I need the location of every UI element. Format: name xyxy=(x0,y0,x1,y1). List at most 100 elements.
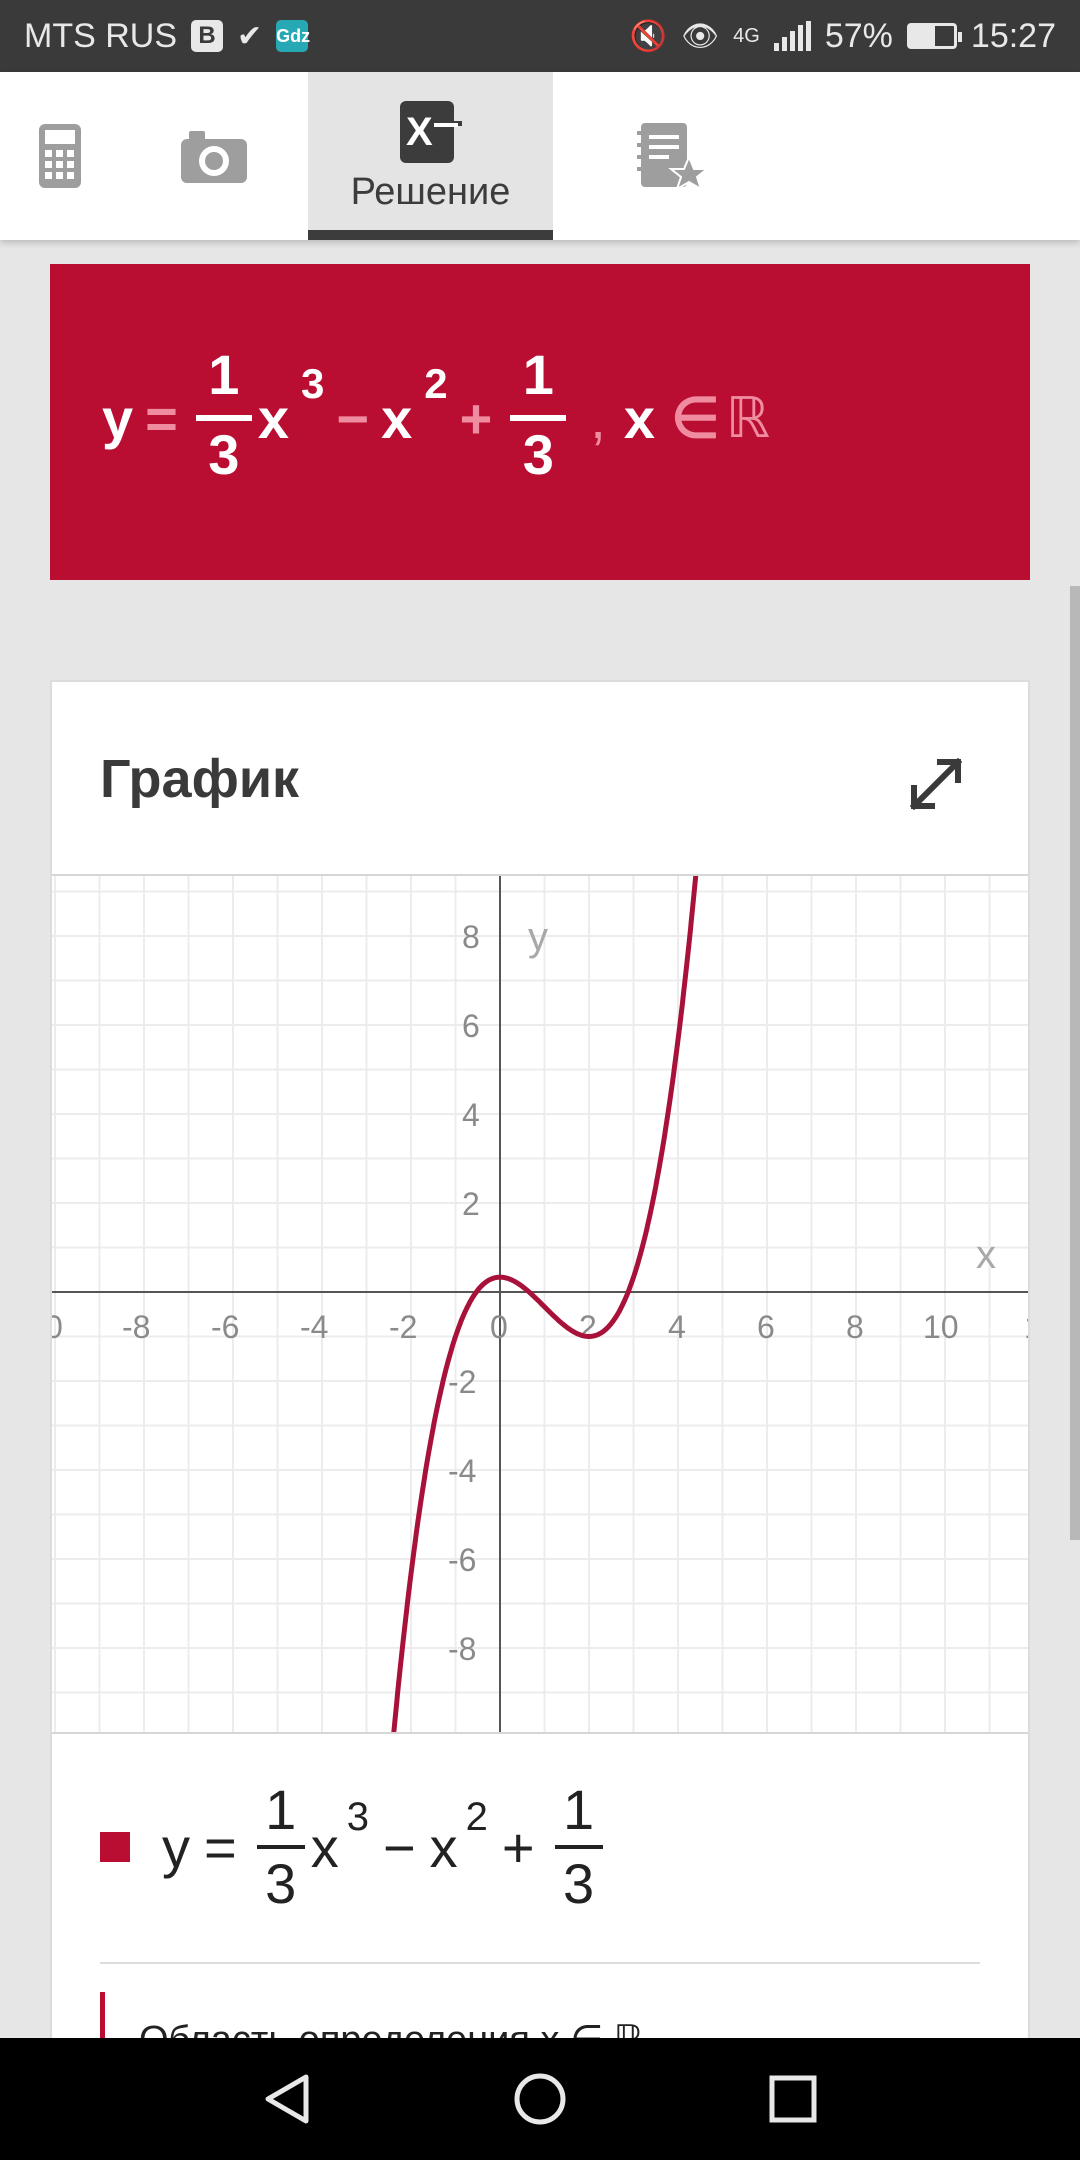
graph-legend: y = 1 3 x 3 − x 2 + 1 3 xyxy=(100,1772,609,1922)
tab-notebook[interactable] xyxy=(553,72,793,240)
recents-icon xyxy=(769,2075,817,2123)
tab-solution-label: Решение xyxy=(350,170,511,213)
scrollbar[interactable] xyxy=(1070,586,1080,1540)
mute-icon: 🔇 xyxy=(629,19,668,53)
legend-minus: − xyxy=(382,1815,416,1879)
x-tick-label: 4 xyxy=(668,1309,686,1345)
formula-x-domain: x xyxy=(623,386,656,450)
recents-button[interactable] xyxy=(758,2064,828,2134)
status-bar-right: 🔇 👁 4G 57% 15:27 xyxy=(630,17,1056,56)
x-tick-label: 0 xyxy=(52,1309,63,1345)
formula-comma: , xyxy=(590,386,606,450)
y-tick-label: 6 xyxy=(462,1008,480,1044)
legend-plus: + xyxy=(501,1815,535,1879)
calculator-icon xyxy=(39,124,81,188)
legend-x-cubed-base: x xyxy=(310,1815,339,1879)
fraction-bar xyxy=(554,1845,603,1849)
formula-exponent-2: 2 xyxy=(424,360,448,407)
x-tick-label: 8 xyxy=(846,1309,864,1345)
formula-element-of: ∈ xyxy=(671,386,720,449)
graph-card: График 0 -8 -6 -4 -2 0 2 4 6 8 10 1 8 6 4 2 -2 -4 -6 -8 x y y… xyxy=(50,680,1030,2061)
x-tick-label: -6 xyxy=(211,1309,239,1345)
clock: 15:27 xyxy=(970,16,1056,55)
graph-title: График xyxy=(100,749,300,809)
formula-fraction-1: 1 3 xyxy=(195,343,252,491)
x-tick-label: 0 xyxy=(490,1309,508,1345)
y-tick-label: -2 xyxy=(448,1364,476,1400)
battery-percent: 57% xyxy=(824,16,893,55)
fraction-denominator: 3 xyxy=(522,423,554,486)
fraction-bar xyxy=(256,1845,305,1849)
x-tick-label: 6 xyxy=(757,1309,775,1345)
y-tick-label: 4 xyxy=(462,1097,480,1133)
function-graph: 0 -8 -6 -4 -2 0 2 4 6 8 10 1 8 6 4 2 -2 -4 -6 -8 x y xyxy=(52,876,1028,1732)
tab-camera[interactable] xyxy=(120,72,308,240)
y-axis-label: y xyxy=(528,915,548,959)
navigation-bar xyxy=(0,2038,1080,2160)
legend-exponent-2: 2 xyxy=(465,1794,488,1839)
back-icon xyxy=(265,2074,309,2124)
formula-real-set: ℝ xyxy=(725,386,771,449)
y-tick-label: -4 xyxy=(448,1453,476,1489)
fraction-numerator: 1 xyxy=(208,343,240,406)
network-type: 4G xyxy=(733,24,760,47)
legend-divider xyxy=(100,1962,980,1964)
x-tick-label: 2 xyxy=(579,1309,597,1345)
legend-fraction-1: 1 3 xyxy=(256,1778,305,1915)
y-tick-label: -6 xyxy=(448,1542,476,1578)
home-button[interactable] xyxy=(505,2064,575,2134)
fraction-denominator: 3 xyxy=(265,1852,297,1915)
check-notification-icon: ✔ xyxy=(237,19,263,53)
battery-icon xyxy=(906,23,962,49)
tab-calculator[interactable] xyxy=(0,72,120,240)
formula-x-squared-base: x xyxy=(381,386,413,450)
camera-icon xyxy=(181,131,247,183)
fraction-numerator: 1 xyxy=(563,1778,595,1841)
x-tick-label: 10 xyxy=(923,1309,959,1345)
home-icon xyxy=(514,2073,566,2125)
notebook-star-icon xyxy=(637,123,709,191)
x-axis-label: x xyxy=(976,1233,996,1277)
x-tick-label: -2 xyxy=(389,1309,417,1345)
formula-equals: = xyxy=(145,386,178,450)
legend-y: y xyxy=(162,1815,190,1879)
expand-icon[interactable] xyxy=(904,752,968,816)
y-tick-label: -8 xyxy=(448,1631,476,1667)
status-bar-left: MTS RUS В ✔ Gdz xyxy=(24,16,310,56)
solution-icon: X xyxy=(399,100,462,163)
x-tick-label: 1 xyxy=(1024,1309,1028,1345)
formula-minus: − xyxy=(336,386,370,450)
fraction-denominator: 3 xyxy=(563,1852,595,1915)
fraction-bar xyxy=(510,415,567,421)
legend-equals: = xyxy=(204,1815,237,1879)
legend-fraction-2: 1 3 xyxy=(554,1778,603,1915)
status-bar: MTS RUS В ✔ Gdz 🔇 👁 4G 57% 15:27 xyxy=(0,0,1080,72)
svg-text:X: X xyxy=(406,110,433,154)
y-tick-label: 8 xyxy=(462,919,480,955)
y-tick-label: 2 xyxy=(462,1186,480,1222)
legend-swatch xyxy=(100,1832,130,1862)
tab-solution[interactable]: X Решение xyxy=(308,72,553,240)
eye-icon: 👁 xyxy=(681,19,720,53)
formula-exponent-3: 3 xyxy=(301,360,325,407)
graph-plot-area[interactable]: 0 -8 -6 -4 -2 0 2 4 6 8 10 1 8 6 4 2 -2 -4 -6 -8 x y xyxy=(52,874,1028,1734)
signal-icon xyxy=(773,21,811,51)
carrier-name: MTS RUS xyxy=(24,16,177,55)
formula-plus: + xyxy=(459,386,493,450)
formula-expression: y = 1 3 x 3 − x 2 + 1 3 , x ∈ ℝ xyxy=(102,318,770,518)
back-button[interactable] xyxy=(252,2064,322,2134)
tab-bar: X Решение xyxy=(0,72,1080,240)
fraction-denominator: 3 xyxy=(208,423,240,486)
x-tick-label: -4 xyxy=(300,1309,328,1345)
vk-notification-icon: В xyxy=(191,20,223,52)
fraction-bar xyxy=(195,415,252,421)
fraction-numerator: 1 xyxy=(265,1778,297,1841)
gdz-notification-icon: Gdz xyxy=(276,20,310,52)
x-tick-label: -8 xyxy=(122,1309,150,1345)
legend-exponent-3: 3 xyxy=(346,1794,369,1839)
formula-y: y xyxy=(102,386,134,450)
legend-x-squared-base: x xyxy=(429,1815,458,1879)
formula-card: y = 1 3 x 3 − x 2 + 1 3 , x ∈ ℝ xyxy=(50,264,1030,580)
formula-fraction-2: 1 3 xyxy=(510,343,567,491)
fraction-numerator: 1 xyxy=(522,343,554,406)
